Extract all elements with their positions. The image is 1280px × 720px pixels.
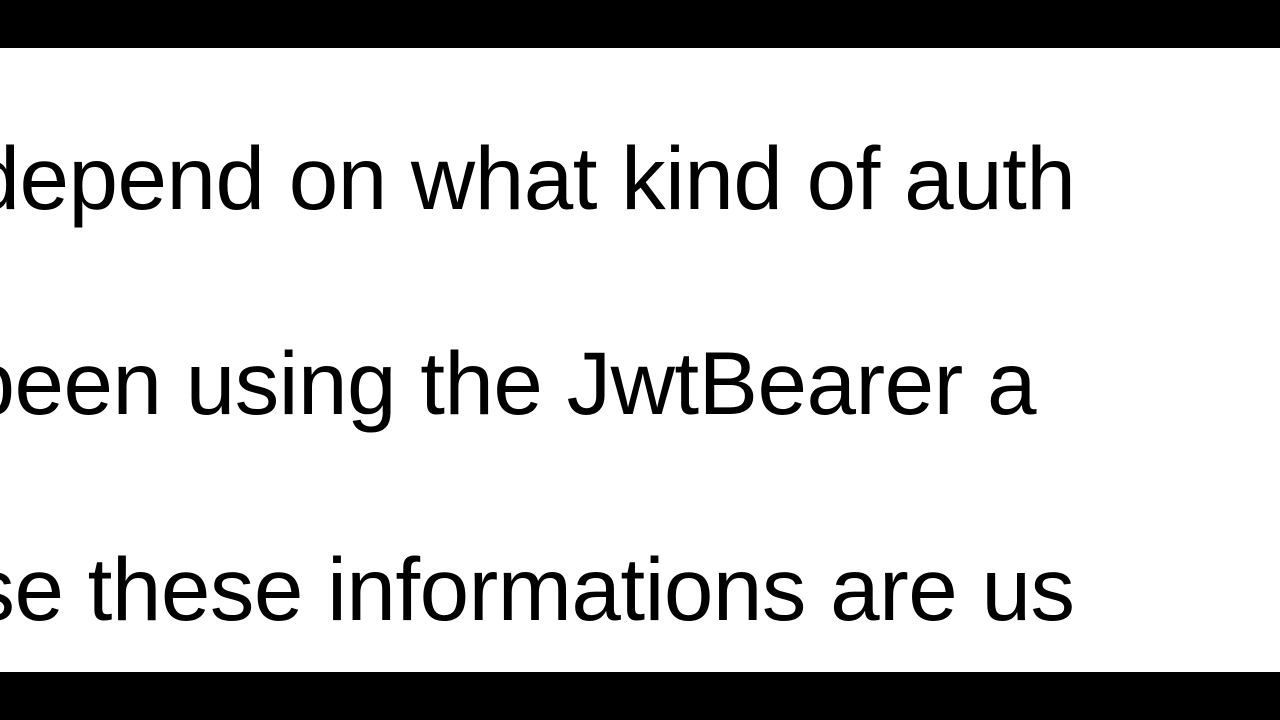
document-viewport: ould depend on what kind of auth only be… xyxy=(0,48,1280,672)
document-text: ould depend on what kind of auth only be… xyxy=(0,48,1280,672)
text-line-3: at case these informations are us xyxy=(0,539,1074,639)
text-line-2: only been using the JwtBearer a xyxy=(0,333,1036,433)
text-line-1: ould depend on what kind of auth xyxy=(0,128,1075,228)
